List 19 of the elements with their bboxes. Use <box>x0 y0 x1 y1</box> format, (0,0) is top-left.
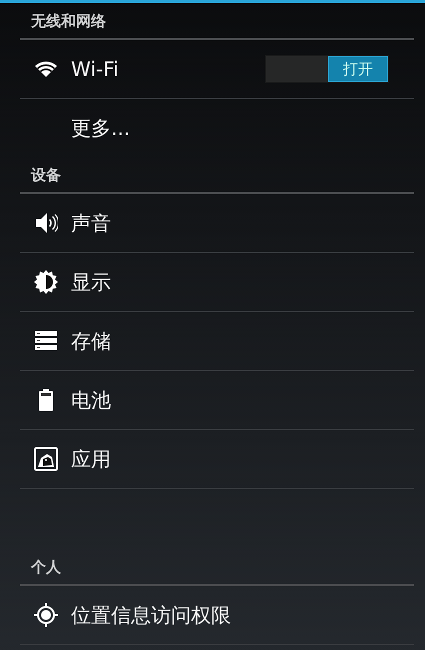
settings-item[interactable]: 显示 <box>20 253 414 312</box>
toggle-switch[interactable]: 打开 <box>265 55 389 83</box>
settings-item[interactable]: 更多... <box>20 99 414 157</box>
section-header: 个人 <box>31 558 61 577</box>
wifi-icon <box>34 60 58 78</box>
settings-item[interactable]: 位置信息访问权限 <box>20 586 414 645</box>
section-header: 设备 <box>31 166 61 185</box>
section-header: 无线和网络 <box>31 12 106 31</box>
brightness-icon <box>34 270 58 294</box>
settings-item[interactable]: 存储 <box>20 312 414 371</box>
settings-item[interactable]: 应用 <box>20 430 414 489</box>
battery-icon <box>39 389 53 411</box>
storage-icon <box>35 331 57 351</box>
settings-item[interactable]: Wi-Fi 打开 <box>20 40 414 99</box>
settings-item[interactable]: 电池 <box>20 371 414 430</box>
apps-icon <box>34 447 58 471</box>
location-icon <box>34 603 58 627</box>
speaker-icon <box>34 211 58 235</box>
settings-item[interactable]: 声音 <box>20 194 414 253</box>
